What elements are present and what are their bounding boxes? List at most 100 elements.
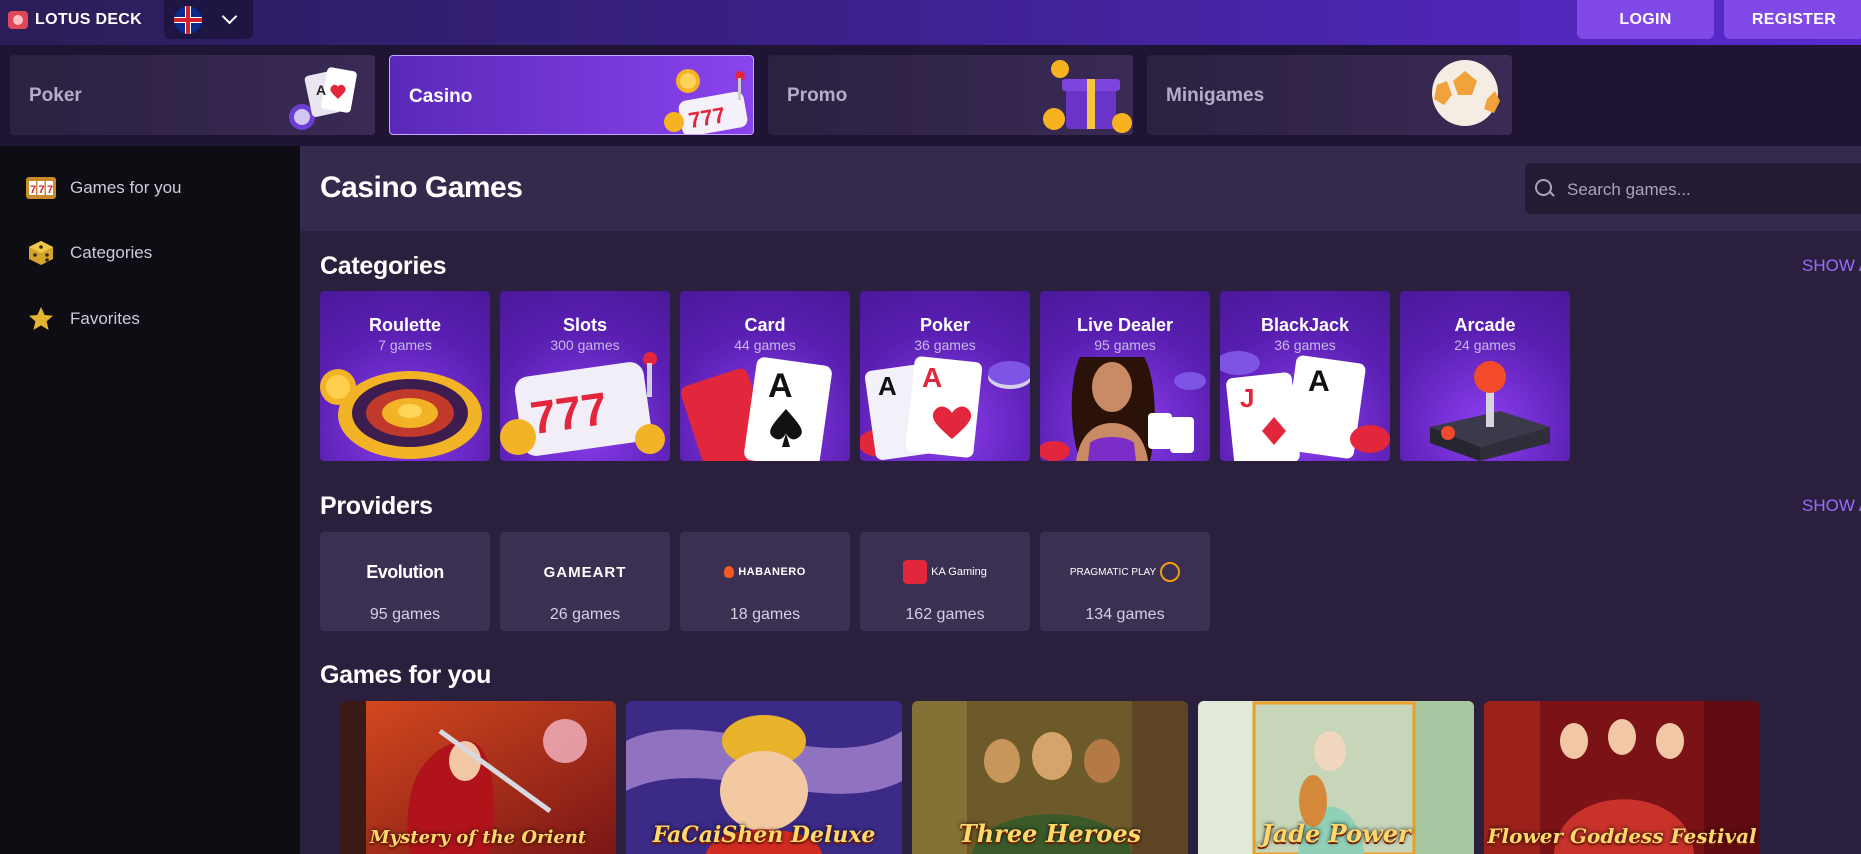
tab-casino[interactable]: Casino 777 bbox=[389, 55, 754, 135]
game-tile[interactable]: FaCaiShen Deluxe bbox=[626, 701, 902, 854]
category-card-arcade[interactable]: Arcade 24 games bbox=[1400, 291, 1570, 461]
games-for-you-heading: Games for you bbox=[320, 661, 492, 689]
pragmatic-play-ring-icon bbox=[1160, 562, 1181, 582]
ka-gaming-logo: KA Gaming bbox=[860, 557, 1030, 587]
category-name: Live Dealer bbox=[1076, 315, 1174, 335]
provider-card-pragmatic-play[interactable]: PRAGMATIC PLAY 134 games bbox=[1040, 532, 1210, 631]
game-title: FaCaiShen Deluxe bbox=[652, 822, 876, 848]
game-tile[interactable]: Jade Power bbox=[1198, 701, 1474, 854]
main-content: Casino Games Categories SHOW A Roulette … bbox=[300, 146, 1861, 854]
ka-cube-icon bbox=[903, 560, 928, 584]
gameart-logo: GAMEART bbox=[543, 563, 627, 581]
search-box[interactable] bbox=[1525, 163, 1861, 216]
svg-text:J: J bbox=[1240, 383, 1254, 413]
lotus-icon bbox=[8, 11, 28, 29]
sidebar: 777 Games for you Categories Favorites bbox=[0, 146, 300, 854]
login-button[interactable]: LOGIN bbox=[1577, 0, 1714, 39]
provider-card-gameart[interactable]: GAMEART 26 games bbox=[500, 532, 670, 631]
svg-text:7: 7 bbox=[39, 184, 45, 196]
sidebar-item-games-for-you[interactable]: 777 Games for you bbox=[26, 173, 182, 203]
brand-logo[interactable]: LOTUS DECK bbox=[8, 9, 142, 31]
category-card-slots[interactable]: Slots 300 games 777 bbox=[500, 291, 670, 461]
game-tile[interactable]: Flower Goddess Festival bbox=[1484, 701, 1760, 854]
provider-count: 95 games bbox=[369, 606, 441, 623]
category-name: Arcade bbox=[1454, 315, 1516, 335]
tab-label: Minigames bbox=[1166, 85, 1265, 106]
category-name: Roulette bbox=[369, 315, 441, 335]
sidebar-item-categories[interactable]: Categories bbox=[26, 238, 152, 268]
svg-text:A: A bbox=[316, 82, 326, 98]
top-bar: LOTUS DECK LOGIN REGISTER bbox=[0, 0, 1861, 45]
categories-heading: Categories bbox=[320, 252, 447, 280]
section-tabs: Poker A Casino 777 Promo Minigames bbox=[0, 45, 1861, 146]
provider-count: 162 games bbox=[905, 606, 985, 623]
provider-count: 26 games bbox=[549, 606, 621, 623]
language-selector[interactable] bbox=[164, 0, 253, 39]
tab-promo[interactable]: Promo bbox=[768, 55, 1133, 135]
svg-text:A: A bbox=[1308, 365, 1330, 398]
game-title: Flower Goddess Festival bbox=[1487, 824, 1757, 848]
category-name: BlackJack bbox=[1260, 315, 1350, 335]
flame-icon bbox=[724, 566, 735, 578]
search-input[interactable] bbox=[1565, 163, 1859, 216]
page-title: Casino Games bbox=[320, 171, 523, 204]
svg-text:A: A bbox=[878, 371, 897, 401]
svg-text:777: 777 bbox=[527, 382, 610, 444]
category-card-card[interactable]: Card 44 games A bbox=[680, 291, 850, 461]
providers-show-all-link[interactable]: SHOW A bbox=[1802, 496, 1861, 516]
category-name: Poker bbox=[919, 315, 971, 335]
live-dealer-icon bbox=[1040, 357, 1206, 461]
game-tile[interactable]: Mystery of the Orient bbox=[340, 701, 616, 854]
sidebar-item-label: Categories bbox=[70, 243, 153, 262]
category-card-poker[interactable]: Poker 36 games A A bbox=[860, 291, 1030, 461]
category-card-live-dealer[interactable]: Live Dealer 95 games bbox=[1040, 291, 1210, 461]
provider-count: 18 games bbox=[729, 606, 801, 623]
provider-card-ka-gaming[interactable]: KA Gaming 162 games bbox=[860, 532, 1030, 631]
gift-box-icon bbox=[1043, 60, 1132, 133]
roulette-wheel-icon bbox=[320, 369, 482, 459]
search-icon bbox=[1535, 179, 1552, 196]
providers-heading: Providers bbox=[320, 492, 433, 520]
chevron-down-icon bbox=[221, 8, 238, 25]
poker-cards-chips-icon: A A bbox=[860, 356, 1030, 460]
star-icon bbox=[26, 304, 56, 334]
category-card-blackjack[interactable]: BlackJack 36 games J A bbox=[1220, 291, 1390, 461]
pragmatic-play-logo: PRAGMATIC PLAY bbox=[1040, 557, 1210, 587]
slot-reels-icon: 777 bbox=[500, 352, 665, 456]
tab-minigames[interactable]: Minigames bbox=[1147, 55, 1512, 135]
tab-poker[interactable]: Poker A bbox=[10, 55, 375, 135]
slot-777-icon: 777 bbox=[26, 173, 56, 203]
game-title: Jade Power bbox=[1261, 819, 1411, 848]
tab-label: Promo bbox=[787, 85, 848, 106]
blackjack-cards-icon: J A bbox=[1220, 351, 1390, 461]
provider-count: 134 games bbox=[1085, 606, 1165, 623]
svg-text:7: 7 bbox=[47, 184, 53, 196]
slot-machine-icon: 777 bbox=[664, 69, 748, 134]
habanero-logo: HABANERO bbox=[680, 557, 850, 587]
category-name: Slots bbox=[562, 315, 607, 335]
game-tile[interactable]: Three Heroes bbox=[912, 701, 1188, 854]
svg-text:A: A bbox=[922, 362, 942, 393]
provider-card-evolution[interactable]: Evolution 95 games bbox=[320, 532, 490, 631]
provider-card-habanero[interactable]: HABANERO 18 games bbox=[680, 532, 850, 631]
categories-show-all-link[interactable]: SHOW A bbox=[1802, 256, 1861, 276]
evolution-logo: Evolution bbox=[366, 561, 444, 582]
brand-name: LOTUS DECK bbox=[35, 11, 142, 28]
svg-text:7: 7 bbox=[30, 184, 36, 196]
tab-label: Poker bbox=[29, 85, 82, 106]
register-button[interactable]: REGISTER bbox=[1724, 0, 1861, 39]
game-title: Mystery of the Orient bbox=[369, 827, 587, 848]
cards-icon: A bbox=[680, 357, 832, 461]
game-title: Three Heroes bbox=[958, 819, 1142, 848]
sidebar-item-favorites[interactable]: Favorites bbox=[26, 304, 140, 334]
ball-icon bbox=[1432, 60, 1500, 126]
page-header: Casino Games bbox=[300, 146, 1861, 231]
category-name: Card bbox=[744, 315, 786, 335]
sidebar-item-label: Favorites bbox=[70, 309, 140, 328]
uk-flag-icon bbox=[174, 5, 202, 34]
tab-label: Casino bbox=[409, 86, 473, 107]
category-card-roulette[interactable]: Roulette 7 games bbox=[320, 291, 490, 461]
playing-cards-icon: A bbox=[289, 67, 357, 130]
svg-text:A: A bbox=[768, 367, 793, 405]
joystick-icon bbox=[1430, 361, 1550, 461]
